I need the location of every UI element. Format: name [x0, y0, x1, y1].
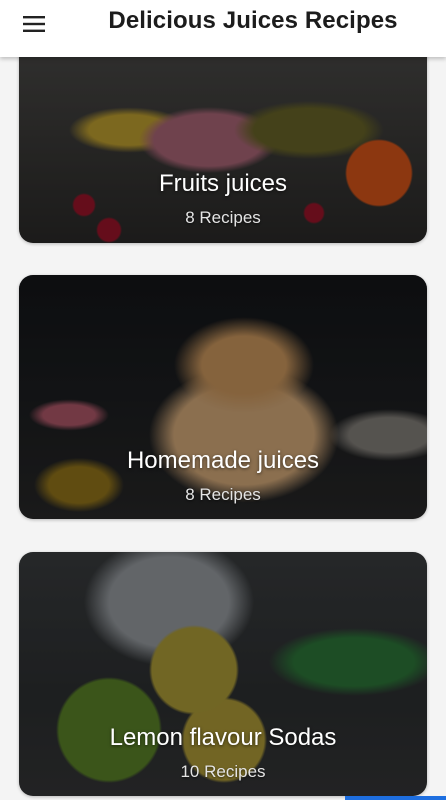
category-title: Homemade juices	[126, 447, 320, 474]
recipe-count: 10 Recipes	[180, 762, 266, 781]
hamburger-menu-icon	[23, 16, 45, 32]
recipe-count: 8 Recipes	[185, 485, 261, 504]
menu-button[interactable]	[12, 9, 56, 39]
category-title: Lemon flavour Sodas	[109, 724, 337, 751]
recipe-count: 8 Recipes	[185, 208, 261, 227]
bottom-indicator	[345, 796, 446, 800]
category-card-fruits-juices[interactable]: Fruits juices 8 Recipes	[19, 40, 427, 243]
page-title: Delicious Juices Recipes	[108, 7, 398, 34]
category-title: Fruits juices	[158, 170, 288, 197]
category-card-lemon-flavour-sodas[interactable]: Lemon flavour Sodas 10 Recipes	[19, 552, 427, 796]
app-screen: Delicious Juices Recipes Fruits juices 8…	[0, 0, 446, 800]
app-bar: Delicious Juices Recipes	[0, 0, 446, 57]
category-card-homemade-juices[interactable]: Homemade juices 8 Recipes	[19, 275, 427, 519]
